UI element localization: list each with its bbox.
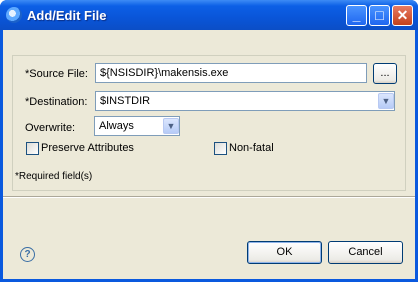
overwrite-value: Always (99, 120, 134, 132)
window-title: Add/Edit File (27, 8, 107, 23)
minimize-icon: _ (352, 7, 361, 23)
help-icon[interactable]: ? (20, 247, 35, 262)
required-fields-note: *Required field(s) (15, 171, 93, 182)
minimize-button[interactable]: _ (346, 5, 367, 26)
source-file-input[interactable]: ${NSISDIR}\makensis.exe (95, 63, 367, 83)
non-fatal-checkbox[interactable] (214, 142, 227, 155)
cancel-button[interactable]: Cancel (328, 241, 403, 264)
overwrite-label: Overwrite: (25, 122, 76, 134)
close-button[interactable]: ✕ (392, 5, 413, 26)
browse-button[interactable]: ... (373, 63, 397, 84)
destination-value: $INSTDIR (100, 95, 151, 107)
destination-combobox[interactable]: $INSTDIR ▼ (95, 91, 395, 111)
chevron-down-icon[interactable]: ▼ (378, 93, 394, 109)
ok-button[interactable]: OK (247, 241, 322, 264)
source-file-label: *Source File: (25, 68, 88, 80)
dialog-window: Add/Edit File _ □ ✕ *Source File: ${NSIS… (0, 0, 418, 282)
maximize-button[interactable]: □ (369, 5, 390, 26)
overwrite-select[interactable]: Always ▼ (94, 116, 180, 136)
non-fatal-label[interactable]: Non-fatal (229, 142, 274, 154)
maximize-icon: □ (375, 7, 384, 23)
title-bar[interactable]: Add/Edit File _ □ ✕ (0, 0, 418, 30)
close-icon: ✕ (396, 7, 409, 23)
separator (3, 196, 415, 198)
preserve-attributes-label[interactable]: Preserve Attributes (41, 142, 134, 154)
destination-label: *Destination: (25, 96, 88, 108)
preserve-attributes-checkbox[interactable] (26, 142, 39, 155)
dialog-body: *Source File: ${NSISDIR}\makensis.exe ..… (3, 30, 415, 279)
chevron-down-icon[interactable]: ▼ (163, 118, 179, 134)
app-icon (6, 7, 22, 23)
